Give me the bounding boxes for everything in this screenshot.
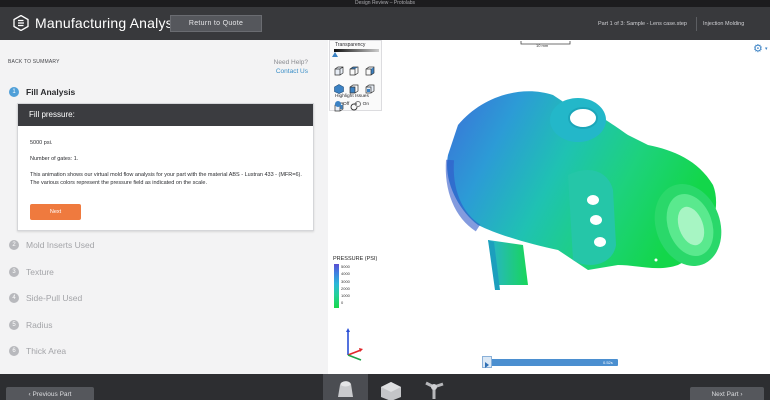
scale-label: 10 mm xyxy=(536,43,549,48)
step-number: 5 xyxy=(9,320,19,330)
protolabs-logo-icon xyxy=(13,15,29,31)
need-help-text: Need Help? xyxy=(273,59,308,66)
app-title: Manufacturing Analysis xyxy=(35,15,184,31)
process-label: Injection Molding xyxy=(703,21,745,27)
pressure-legend-title: PRESSURE (PSI) xyxy=(333,256,378,262)
animation-timeline[interactable] xyxy=(483,359,618,366)
previous-part-button[interactable]: ‹ Previous Part xyxy=(6,387,94,400)
off-label: Off xyxy=(343,101,350,107)
contact-us-link[interactable]: Contact Us xyxy=(276,68,308,75)
analysis-sidebar: BACK TO SUMMARY Need Help? Contact Us 1 … xyxy=(0,40,328,374)
part-thumbnail-2[interactable] xyxy=(377,377,405,400)
step-number: 6 xyxy=(9,346,19,356)
side-view-icon[interactable] xyxy=(365,66,375,76)
pressure-color-scale xyxy=(334,264,339,308)
pressure-value: 5000 psi. xyxy=(30,140,53,146)
step-label: Texture xyxy=(26,267,54,277)
legend-value: 2000 xyxy=(341,285,350,291)
part-info: Part 1 of 3: Sample - Lens case.step xyxy=(598,21,687,27)
part-thumbnail-3[interactable] xyxy=(420,377,448,400)
play-button[interactable] xyxy=(482,356,492,368)
step-number: 3 xyxy=(9,267,19,277)
transparency-label: Transparency xyxy=(335,42,366,48)
legend-value: 4000 xyxy=(341,271,350,277)
animation-time: 0.52s xyxy=(603,360,613,365)
lens-case-thumbnail xyxy=(338,381,353,397)
3d-viewer[interactable]: Transparency Highlight Issues Off On 10 … xyxy=(328,40,770,374)
legend-value: 1000 xyxy=(341,293,350,299)
on-label: On xyxy=(362,101,370,107)
iso-view-icon[interactable] xyxy=(334,84,344,94)
bottom-view-icon[interactable] xyxy=(365,84,375,94)
header-divider xyxy=(696,17,697,31)
part-navigation-footer: ‹ Previous Part Next Part › xyxy=(0,374,770,400)
legend-value: 5000 xyxy=(341,264,350,269)
fill-description: This animation shows our virtual mold fl… xyxy=(30,172,302,186)
front-view-icon[interactable] xyxy=(334,66,344,76)
app-header: Manufacturing Analysis Return to Quote P… xyxy=(0,7,770,40)
step-label: Thick Area xyxy=(26,346,67,356)
step-label: Mold Inserts Used xyxy=(26,240,95,250)
back-to-summary-link[interactable]: BACK TO SUMMARY xyxy=(8,59,60,65)
back-view-icon[interactable] xyxy=(349,84,359,94)
step-label: Side-Pull Used xyxy=(26,293,83,303)
step-number: 4 xyxy=(9,293,19,303)
return-to-quote-button[interactable]: Return to Quote xyxy=(170,15,262,32)
part-3d-model[interactable] xyxy=(388,50,768,374)
fill-pressure-card: Fill pressure: 5000 psi. Number of gates… xyxy=(17,103,314,231)
step-label: Fill Analysis xyxy=(26,87,76,97)
legend-value: 0 xyxy=(341,300,344,306)
highlight-issues-toggle: Off On xyxy=(335,101,373,107)
play-icon xyxy=(485,362,489,368)
next-button[interactable]: Next xyxy=(30,204,81,220)
axis-triad-icon xyxy=(346,328,363,361)
highlight-off-radio[interactable] xyxy=(335,101,341,107)
step-number: 2 xyxy=(9,240,19,250)
highlight-on-radio[interactable] xyxy=(354,101,361,107)
app-window: Design Review – Protolabs Manufacturing … xyxy=(0,0,770,400)
view-orientation-icons xyxy=(334,65,382,119)
step-label: Radius xyxy=(26,320,53,330)
part-thumbnail-selected[interactable] xyxy=(323,374,368,400)
window-titlebar: Design Review – Protolabs xyxy=(0,0,770,7)
step-number: 1 xyxy=(9,87,19,97)
legend-value: 3000 xyxy=(341,278,350,284)
transparency-slider[interactable] xyxy=(334,49,379,52)
transparency-slider-handle[interactable] xyxy=(332,52,338,57)
card-title: Fill pressure: xyxy=(18,104,313,126)
next-part-button[interactable]: Next Part › xyxy=(690,387,764,400)
view-tools-panel: Transparency Highlight Issues Off On xyxy=(329,40,382,112)
gate-count: Number of gates: 1. xyxy=(30,156,79,162)
pressure-scale-values: 5000 4000 3000 2000 1000 0 xyxy=(341,263,350,307)
top-view-icon[interactable] xyxy=(349,66,359,76)
highlight-issues-label: Highlight Issues xyxy=(335,94,369,99)
